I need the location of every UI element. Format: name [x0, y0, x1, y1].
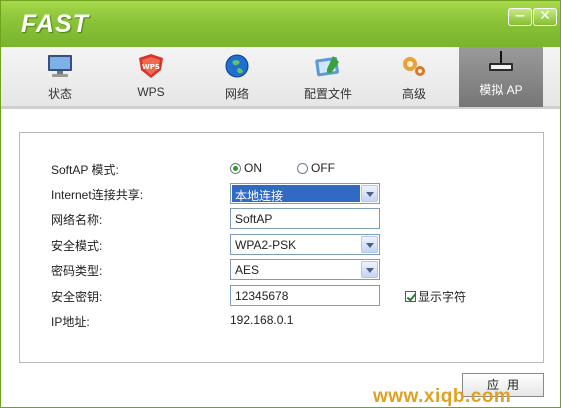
ip-address-value: 192.168.0.1	[230, 313, 294, 327]
softap-mode-label: SoftAP 模式:	[51, 163, 119, 177]
network-name-label: 网络名称:	[51, 213, 103, 227]
tab-profile[interactable]: 配置文件	[285, 51, 371, 107]
internet-sharing-label: Internet连接共享:	[51, 188, 144, 202]
show-chars-checkbox[interactable]: 显示字符	[405, 288, 466, 305]
tab-label: 网络	[224, 87, 249, 101]
softap-off-radio[interactable]: OFF	[297, 161, 335, 175]
tab-label: WPS	[137, 85, 165, 99]
monitor-icon	[48, 55, 72, 77]
tab-label: 模拟 AP	[479, 83, 523, 97]
tab-label: 高级	[401, 87, 426, 101]
globe-icon	[225, 54, 249, 78]
profile-card-icon	[315, 56, 339, 77]
select-value: WPA2-PSK	[235, 238, 297, 252]
radio-dot	[297, 162, 308, 174]
tab-advanced[interactable]: 高级	[371, 51, 457, 107]
ip-address-label: IP地址:	[51, 315, 90, 329]
radio-dot	[230, 162, 241, 174]
tab-status[interactable]: 状态	[17, 51, 103, 107]
checkbox-label: 显示字符	[418, 290, 467, 304]
chevron-down-icon[interactable]	[361, 261, 378, 278]
tab-virtual-ap[interactable]: 模拟 AP	[459, 47, 543, 107]
network-name-input[interactable]: SoftAP	[230, 208, 380, 229]
tab-label: 配置文件	[303, 87, 352, 101]
wps-shield-icon: WPS	[139, 54, 163, 78]
chevron-down-icon[interactable]	[361, 185, 378, 202]
checkbox-box[interactable]	[405, 291, 416, 302]
gears-icon	[403, 57, 425, 76]
svg-text:WPS: WPS	[142, 63, 160, 71]
radio-label: ON	[244, 161, 262, 175]
tab-label: 状态	[47, 87, 72, 101]
site-watermark: www.xiqb.com	[373, 386, 512, 407]
security-mode-select[interactable]: WPA2-PSK	[230, 234, 380, 255]
minimize-button[interactable]: −	[508, 8, 532, 26]
security-key-label: 安全密钥:	[51, 290, 103, 304]
cipher-type-label: 密码类型:	[51, 264, 103, 278]
security-mode-label: 安全模式:	[51, 239, 103, 253]
close-button[interactable]: ✕	[533, 8, 557, 26]
toolbar: 状态 WPS WPS 网络 配置文件 高级 模拟 AP	[1, 47, 560, 109]
select-value: 本地连接	[232, 185, 360, 203]
tab-network[interactable]: 网络	[194, 51, 280, 107]
brand-logo: FAST	[21, 10, 89, 38]
app-window: FAST − ✕ 状态 WPS WPS 网络 配置文件 高级 模拟 AP Sof…	[0, 0, 561, 408]
select-value: AES	[235, 263, 260, 277]
softap-on-radio[interactable]: ON	[230, 161, 262, 175]
security-key-input[interactable]: 12345678	[230, 285, 380, 306]
router-icon	[489, 51, 513, 71]
chevron-down-icon[interactable]	[361, 236, 378, 253]
title-bar: FAST − ✕	[1, 1, 560, 47]
radio-label: OFF	[311, 161, 335, 175]
internet-sharing-select[interactable]: 本地连接	[230, 183, 380, 204]
cipher-type-select[interactable]: AES	[230, 259, 380, 280]
tab-wps[interactable]: WPS WPS	[108, 51, 194, 107]
